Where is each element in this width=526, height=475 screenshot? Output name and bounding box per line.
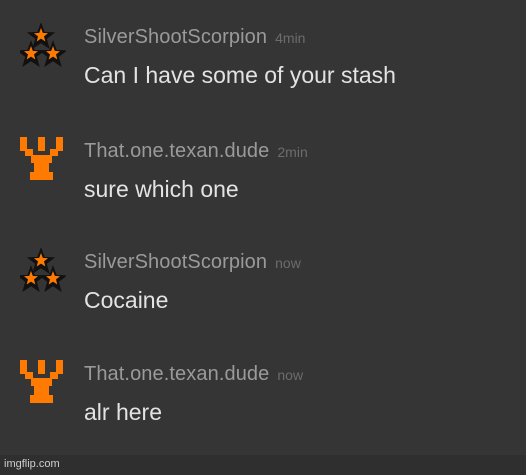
message-text: Can I have some of your stash: [84, 62, 396, 88]
username[interactable]: That.one.texan.dude: [84, 140, 269, 162]
chat-message: That.one.texan.dude 2min sure which one: [0, 132, 526, 222]
chat-log: SilverShootScorpion 4min Can I have some …: [0, 0, 526, 455]
three-stars-icon[interactable]: [16, 247, 68, 294]
timestamp: 2min: [277, 144, 308, 160]
imgflip-watermark: imgflip.com: [4, 458, 60, 470]
message-text: Cocaine: [84, 287, 169, 313]
chat-message: That.one.texan.dude now alr here: [0, 355, 526, 445]
message-text: alr here: [84, 399, 162, 425]
timestamp: 4min: [275, 30, 306, 46]
message-text: sure which one: [84, 176, 239, 202]
username[interactable]: That.one.texan.dude: [84, 363, 269, 385]
username[interactable]: SilverShootScorpion: [84, 26, 267, 48]
timestamp: now: [277, 367, 304, 383]
orange-trident-icon[interactable]: [20, 360, 66, 406]
chat-message: SilverShootScorpion now Cocaine: [0, 243, 526, 333]
watermark-bar: imgflip.com: [0, 455, 526, 475]
timestamp: now: [275, 255, 301, 271]
orange-trident-icon[interactable]: [20, 137, 66, 183]
chat-message: SilverShootScorpion 4min Can I have some …: [0, 18, 526, 108]
username[interactable]: SilverShootScorpion: [84, 251, 267, 273]
three-stars-icon[interactable]: [16, 22, 68, 69]
